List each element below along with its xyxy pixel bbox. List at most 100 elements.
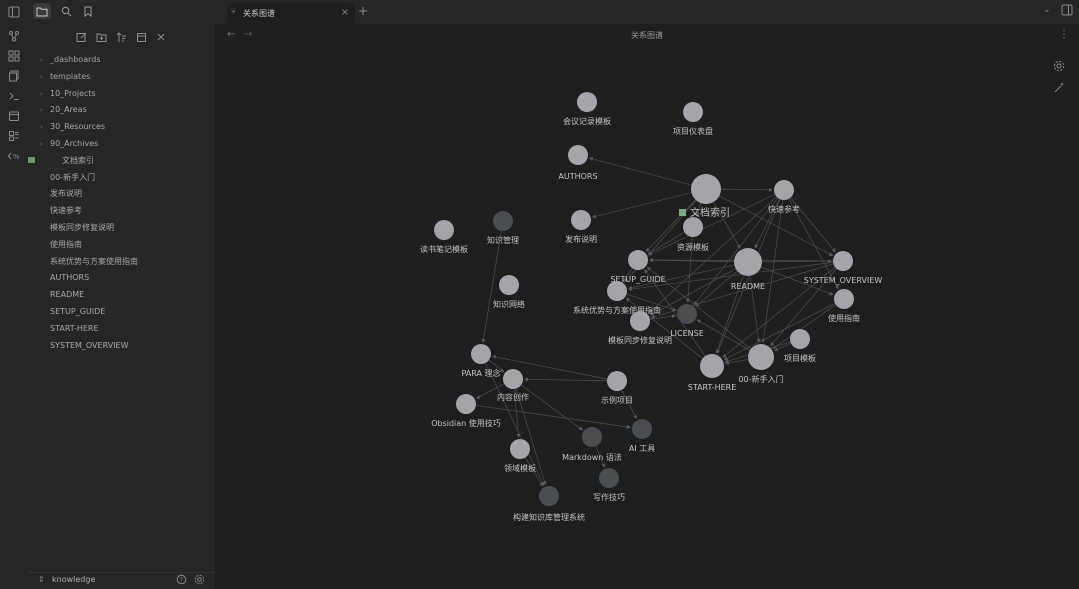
tab-close-icon[interactable]: × [341,7,349,18]
graph-node[interactable] [539,486,559,506]
graph-node[interactable] [677,304,697,324]
graph-node[interactable] [683,217,703,237]
graph-icon[interactable] [6,28,22,44]
search-icon[interactable] [57,3,75,19]
tree-item-label: 发布说明 [50,189,82,199]
tree-folder[interactable]: › 10_Projects [28,86,213,102]
terminal-icon[interactable] [6,88,22,104]
pages-icon[interactable] [6,68,22,84]
graph-node[interactable] [510,439,530,459]
tab-graph-view[interactable]: ⑂ 关系图谱 × [227,3,355,24]
graph-node[interactable] [691,174,721,204]
tree-file[interactable]: START-HERE [28,321,213,337]
tree-folder[interactable]: › _dashboards [28,52,213,68]
graph-node-label: LICENSE [670,329,704,338]
chevron-right-icon: › [40,140,43,148]
tree-file[interactable]: 文档索引 [28,153,213,169]
graph-node[interactable] [434,220,454,240]
tab-list-chevron-icon[interactable]: ⌄ [1043,5,1051,15]
note-emoji-icon [679,209,686,216]
graph-edge [724,358,749,365]
graph-node[interactable] [774,180,794,200]
tree-item-label: START-HERE [50,323,99,333]
help-icon[interactable]: ? [176,574,187,588]
graph-node[interactable] [632,419,652,439]
graph-node[interactable] [833,251,853,271]
graph-view-pane[interactable]: ← → 关系图谱 ⋮ 会议记录模板 项目仪表盘 AUTHORS 文档索引 快速参考 读书笔… [215,24,1079,589]
graph-node[interactable] [571,210,591,230]
graph-node[interactable] [734,248,762,276]
tree-file[interactable]: 发布说明 [28,186,213,202]
tree-file[interactable]: README [28,287,213,303]
graph-node[interactable] [471,344,491,364]
graph-nodes: 会议记录模板项目仪表盘 AUTHORS 文档索引 快速参考读书笔记模板 知识管理 发布说明… [420,92,882,522]
graph-node-label: 领域模板 [504,463,536,473]
tree-file[interactable]: 模板同步修复说明 [28,220,213,236]
graph-node[interactable] [630,311,650,331]
graph-node[interactable] [834,289,854,309]
calendar-icon[interactable] [6,108,22,124]
template-icon[interactable] [6,128,22,144]
right-sidebar-toggle-icon[interactable] [1061,4,1073,19]
tree-folder[interactable]: › templates [28,69,213,85]
sidebar-toggle-icon[interactable] [6,4,22,20]
graph-node[interactable] [790,329,810,349]
tree-item-label: 10_Projects [50,88,96,98]
graph-node[interactable] [577,92,597,112]
sort-icon[interactable] [114,30,128,44]
graph-node[interactable] [493,211,513,231]
graph-node[interactable] [503,369,523,389]
canvas-icon[interactable] [6,48,22,64]
tree-file[interactable]: SETUP_GUIDE [28,304,213,320]
new-tab-icon[interactable]: + [358,4,368,18]
close-icon[interactable] [154,30,168,44]
graph-node-label: 00-新手入门 [738,374,783,384]
graph-node[interactable] [456,394,476,414]
graph-node-label: 项目仪表盘 [673,126,713,136]
tab-bar: ⑂ 关系图谱 × + ⌄ [215,0,1079,24]
new-note-icon[interactable] [74,30,88,44]
tree-file[interactable]: SYSTEM_OVERVIEW [28,338,213,354]
graph-node-label: 系统优势与方案使用指南 [573,305,661,315]
new-folder-icon[interactable] [94,30,108,44]
vault-name: knowledge [52,575,96,584]
tree-file[interactable]: 00-新手入门 [28,170,213,186]
collapse-all-icon[interactable] [134,30,148,44]
graph-node[interactable] [628,250,648,270]
tree-file[interactable]: AUTHORS [28,270,213,286]
tree-item-label: 系统优势与方案使用指南 [50,256,138,266]
graph-node-label: 读书笔记模板 [420,244,468,254]
graph-node[interactable] [748,344,774,370]
graph-node[interactable] [607,281,627,301]
graph-node-label: 模板同步修复说明 [608,335,672,345]
tree-item-label: 30_Resources [50,122,106,132]
vault-switcher[interactable]: ⇕ knowledge ? [28,572,214,589]
graph-node[interactable] [499,275,519,295]
tree-folder[interactable]: › 90_Archives [28,136,213,152]
bookmark-icon[interactable] [79,3,97,19]
graph-node-label: 使用指南 [828,313,860,323]
tree-item-label: SYSTEM_OVERVIEW [50,340,129,350]
graph-node[interactable] [700,354,724,378]
code-icon[interactable]: % [6,148,22,164]
graph-edge [696,319,750,351]
graph-node[interactable] [582,427,602,447]
settings-gear-icon[interactable] [194,574,205,588]
graph-node[interactable] [599,468,619,488]
tree-file[interactable]: 快速参考 [28,203,213,219]
graph-edge [520,384,583,431]
graph-edge [588,156,692,186]
files-tab-icon[interactable] [33,3,51,19]
tree-item-label: 快速参考 [50,206,82,216]
graph-edge [720,187,773,192]
tree-folder[interactable]: › 20_Areas [28,102,213,118]
graph-node[interactable] [568,145,588,165]
tree-file[interactable]: 系统优势与方案使用指南 [28,254,213,270]
graph-node-label: Obsidian 使用技巧 [431,418,501,428]
tree-file[interactable]: 使用指南 [28,237,213,253]
graph-node-label: 发布说明 [565,234,597,244]
graph-canvas[interactable]: 会议记录模板项目仪表盘 AUTHORS 文档索引 快速参考读书笔记模板 知识管理 发布说明… [215,24,1079,589]
graph-node[interactable] [607,371,627,391]
graph-node[interactable] [683,102,703,122]
tree-folder[interactable]: › 30_Resources [28,119,213,135]
